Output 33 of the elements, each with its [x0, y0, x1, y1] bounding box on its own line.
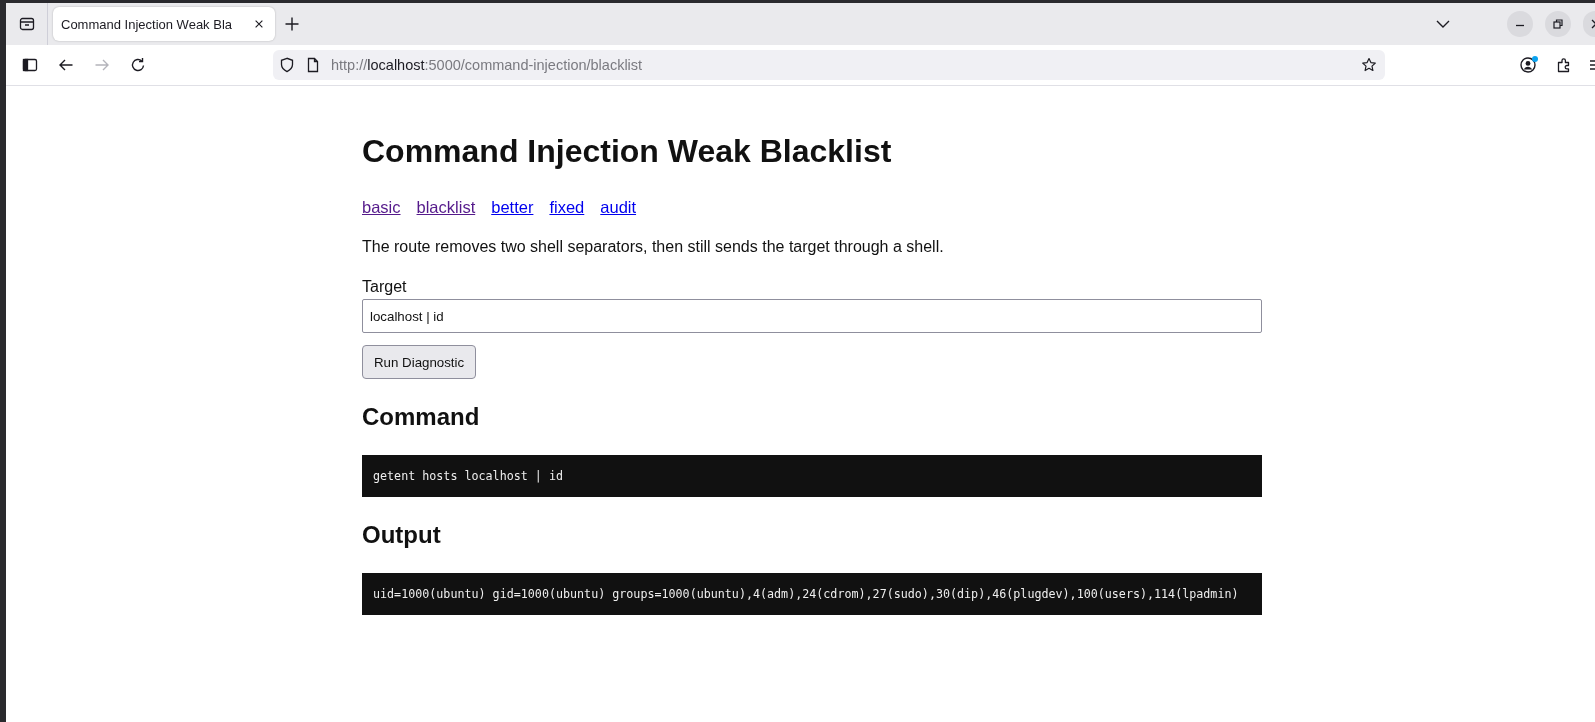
- star-icon[interactable]: [1361, 57, 1377, 73]
- address-bar[interactable]: http://localhost:5000/command-injection/blacklist: [273, 50, 1385, 80]
- restore-icon: [1553, 19, 1563, 29]
- nav-link[interactable]: better: [491, 197, 534, 217]
- shield-icon[interactable]: [279, 57, 295, 73]
- url-text[interactable]: http://localhost:5000/command-injection/blacklist: [331, 57, 643, 73]
- section-heading: Command: [362, 403, 481, 431]
- browser-tab[interactable]: Command Injection Weak Bla: [53, 7, 275, 41]
- section-heading: Output: [362, 521, 442, 549]
- box-icon[interactable]: [18, 16, 35, 32]
- account-icon[interactable]: [1520, 57, 1536, 73]
- close-icon: [1591, 19, 1595, 29]
- close-button[interactable]: [1583, 11, 1595, 37]
- nav-link[interactable]: basic: [362, 197, 401, 217]
- sidebar-icon[interactable]: [22, 57, 38, 73]
- plus-icon[interactable]: [284, 16, 300, 32]
- menu-icon[interactable]: [1589, 57, 1595, 73]
- run-diagnostic-button[interactable]: Run Diagnostic: [362, 345, 477, 379]
- restore-button[interactable]: [1545, 11, 1571, 37]
- code-block: getent hosts localhost | id: [362, 455, 1262, 497]
- puzzle-icon[interactable]: [1556, 57, 1572, 73]
- nav-link[interactable]: fixed: [549, 197, 585, 217]
- code-block: uid=1000(ubuntu) gid=1000(ubuntu) groups=1000(ubuntu),4(adm),24(cdrom),27(sudo),30(dip),46(plugdev),100(users),114(lpadmin): [362, 573, 1262, 615]
- description-text: The route removes two shell separators, then still sends the target through a shell.: [362, 237, 945, 257]
- target-input[interactable]: localhost | id: [362, 299, 1262, 333]
- nav-link[interactable]: blacklist: [416, 197, 476, 217]
- page-title: Command Injection Weak Blacklist: [362, 133, 893, 170]
- page-icon[interactable]: [305, 57, 321, 73]
- nav-link[interactable]: audit: [600, 197, 637, 217]
- back-arrow-icon[interactable]: [58, 57, 74, 73]
- close-icon[interactable]: [253, 18, 265, 30]
- reload-icon[interactable]: [130, 57, 146, 73]
- target-label: Target: [362, 277, 408, 297]
